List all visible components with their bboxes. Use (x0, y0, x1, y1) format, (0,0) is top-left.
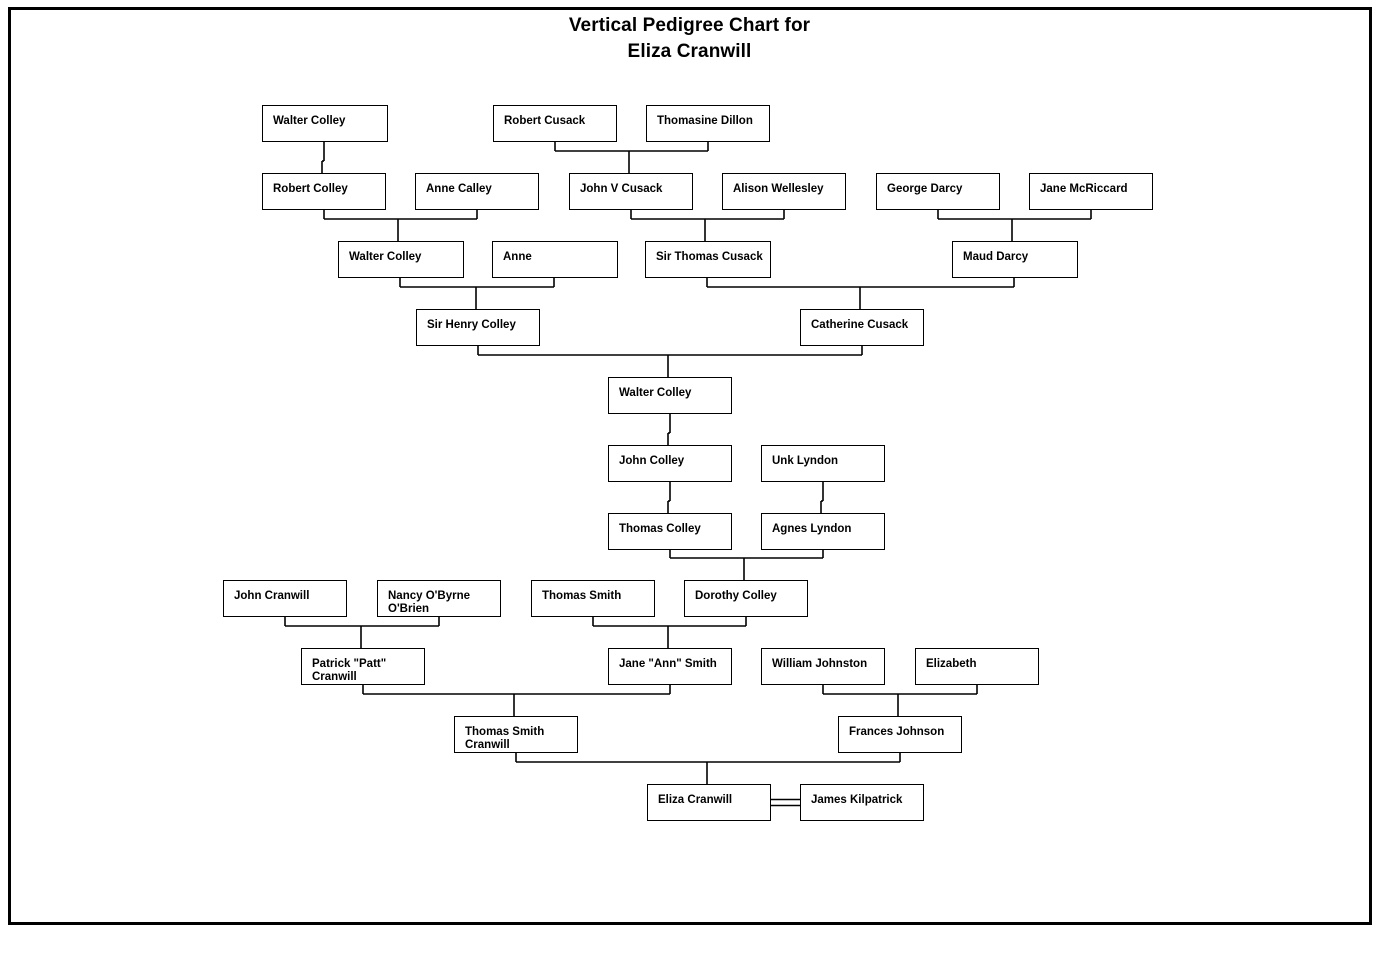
person-name-label: Dorothy Colley (695, 590, 777, 602)
person-node[interactable]: Robert Colley (262, 173, 386, 210)
person-node[interactable]: Dorothy Colley (684, 580, 808, 617)
person-name-label: Sir Thomas Cusack (656, 251, 763, 263)
person-node[interactable]: Elizabeth (915, 648, 1039, 685)
person-name-label: Catherine Cusack (811, 319, 909, 331)
pedigree-chart-canvas: Walter Colley Robert Cusack Thomasine Dill… (0, 0, 1379, 958)
person-node[interactable]: Walter Colley (338, 241, 464, 278)
person-name-label: Thomas Smith Cranwill (465, 726, 545, 751)
person-node[interactable]: Eliza Cranwill (647, 784, 771, 821)
person-name-label: Nancy O'Byrne O'Brien (388, 590, 470, 615)
person-node[interactable]: Robert Cusack (493, 105, 617, 142)
person-node[interactable]: Jane McRiccard (1029, 173, 1153, 210)
person-name-label: Unk Lyndon (772, 455, 839, 467)
person-name-label: Jane "Ann" Smith (619, 658, 717, 670)
person-node[interactable]: Jane "Ann" Smith (608, 648, 732, 685)
person-node[interactable]: Nancy O'Byrne O'Brien (377, 580, 501, 617)
person-name-label: Anne (503, 251, 532, 263)
person-name-label: Frances Johnson (849, 726, 945, 738)
person-name-label: George Darcy (887, 183, 963, 195)
person-name-label: Robert Cusack (504, 115, 586, 127)
person-node[interactable]: Sir Henry Colley (416, 309, 540, 346)
person-node[interactable]: John V Cusack (569, 173, 693, 210)
person-name-label: John Colley (619, 455, 685, 467)
person-node[interactable]: Frances Johnson (838, 716, 962, 753)
person-node[interactable]: Anne Calley (415, 173, 539, 210)
person-node[interactable]: Thomas Colley (608, 513, 732, 550)
person-node[interactable]: Catherine Cusack (800, 309, 924, 346)
person-node[interactable]: Unk Lyndon (761, 445, 885, 482)
person-name-label: Thomas Colley (619, 523, 701, 535)
person-name-label: Robert Colley (273, 183, 348, 195)
person-node[interactable]: Maud Darcy (952, 241, 1078, 278)
person-node[interactable]: Agnes Lyndon (761, 513, 885, 550)
person-name-label: Walter Colley (273, 115, 346, 127)
person-node[interactable]: James Kilpatrick (800, 784, 924, 821)
person-node[interactable]: Patrick "Patt" Cranwill (301, 648, 425, 685)
person-name-label: Thomas Smith (542, 590, 622, 602)
person-node[interactable]: Walter Colley (262, 105, 388, 142)
person-node[interactable]: Walter Colley (608, 377, 732, 414)
person-node[interactable]: John Colley (608, 445, 732, 482)
person-name-label: Patrick "Patt" Cranwill (312, 658, 387, 683)
person-node[interactable]: Sir Thomas Cusack (645, 241, 771, 278)
person-name-label: James Kilpatrick (811, 794, 903, 806)
person-node[interactable]: Thomasine Dillon (646, 105, 770, 142)
person-name-label: Eliza Cranwill (658, 794, 733, 806)
person-node[interactable]: John Cranwill (223, 580, 347, 617)
person-node[interactable]: George Darcy (876, 173, 1000, 210)
person-name-label: John Cranwill (234, 590, 310, 602)
person-name-label: Walter Colley (349, 251, 422, 263)
person-node[interactable]: Thomas Smith (531, 580, 655, 617)
person-name-label: Maud Darcy (963, 251, 1029, 263)
person-name-label: Anne Calley (426, 183, 492, 195)
person-node[interactable]: Alison Wellesley (722, 173, 846, 210)
person-name-label: Agnes Lyndon (772, 523, 852, 535)
person-node[interactable]: Anne (492, 241, 618, 278)
person-name-label: Jane McRiccard (1040, 183, 1128, 195)
person-name-label: John V Cusack (580, 183, 663, 195)
person-name-label: Walter Colley (619, 387, 692, 399)
person-name-label: William Johnston (772, 658, 868, 670)
person-name-label: Sir Henry Colley (427, 319, 516, 331)
person-name-label: Elizabeth (926, 658, 977, 670)
person-node[interactable]: William Johnston (761, 648, 885, 685)
person-name-label: Thomasine Dillon (657, 115, 753, 127)
person-node[interactable]: Thomas Smith Cranwill (454, 716, 578, 753)
person-name-label: Alison Wellesley (733, 183, 824, 195)
